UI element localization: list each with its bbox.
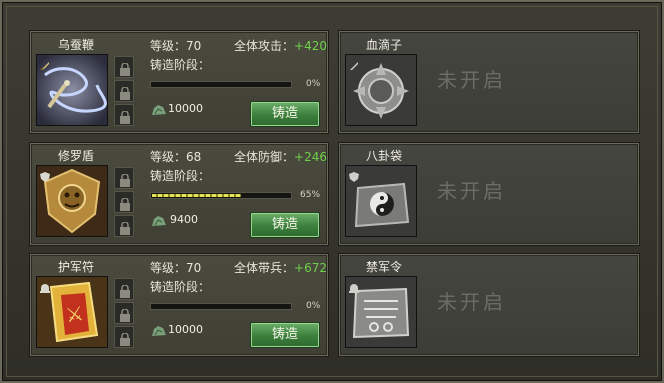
forge-button[interactable]: 铸造 [250, 212, 320, 238]
gem-slot-locked-1[interactable] [114, 167, 134, 189]
lock-icon [120, 110, 130, 124]
forge-progress-text: 65% [300, 190, 321, 200]
item-name: 血滴子 [365, 38, 402, 52]
lock-icon [120, 308, 130, 322]
not-opened-label: 未开启 [437, 179, 506, 203]
gem-slot-locked-3[interactable] [114, 104, 134, 126]
forge-stage-label: 铸造阶段： [150, 58, 211, 72]
lock-icon [120, 197, 130, 211]
forge-stage-label: 铸造阶段： [150, 169, 211, 183]
ore-icon [151, 101, 167, 115]
not-opened-label: 未开启 [437, 68, 506, 92]
gem-slot-locked-1[interactable] [114, 278, 134, 300]
item-attribute: 全体防御：+246 [234, 150, 327, 164]
lock-icon [120, 332, 130, 346]
ore-icon [151, 322, 167, 336]
item-name: 八卦袋 [365, 149, 402, 163]
ore-icon [151, 212, 167, 226]
item-slot-shield[interactable] [36, 165, 108, 237]
lock-icon [120, 86, 130, 100]
lock-icon [120, 284, 130, 298]
forge-cost: 10000 [168, 102, 203, 115]
lock-icon [120, 173, 130, 187]
item-name: 禁军令 [365, 260, 402, 274]
forge-cost: 10000 [168, 323, 203, 336]
lock-icon [120, 221, 130, 235]
item-level: 等级：70 [150, 39, 202, 53]
item-slot-locked-2[interactable] [345, 165, 417, 237]
gem-slot-locked-2[interactable] [114, 80, 134, 102]
forge-button[interactable]: 铸造 [250, 101, 320, 127]
item-name: 乌蚕鞭 [57, 38, 94, 52]
item-level: 等级：68 [150, 150, 202, 164]
lock-icon [120, 62, 130, 76]
item-slot-whip[interactable] [36, 54, 108, 126]
forge-stage-label: 铸造阶段： [150, 280, 211, 294]
forge-button[interactable]: 铸造 [250, 322, 320, 348]
helmet-icon [348, 279, 360, 293]
gem-slot-locked-2[interactable] [114, 191, 134, 213]
gem-slot-locked-3[interactable] [114, 215, 134, 237]
gem-slot-locked-3[interactable] [114, 326, 134, 348]
shield-icon [39, 168, 51, 182]
item-slot-talisman[interactable]: ⚔ [36, 276, 108, 348]
gem-slot-locked-1[interactable] [114, 56, 134, 78]
item-name: 护军符 [57, 260, 94, 274]
forge-progress-text: 0% [306, 301, 321, 311]
item-attribute: 全体带兵：+672 [234, 261, 327, 275]
helmet-icon [39, 279, 51, 293]
forge-progress-bar [150, 81, 292, 88]
item-name: 修罗盾 [57, 149, 94, 163]
item-attribute: 全体攻击：+420 [234, 39, 327, 53]
forge-progress-bar [150, 192, 292, 199]
sword-icon [348, 57, 360, 70]
item-level: 等级：70 [150, 261, 202, 275]
item-slot-locked-3[interactable] [345, 276, 417, 348]
gem-slot-locked-2[interactable] [114, 302, 134, 324]
forge-progress-text: 0% [306, 79, 321, 89]
forge-cost: 9400 [170, 213, 198, 226]
sword-icon [39, 57, 51, 71]
item-slot-locked-1[interactable] [345, 54, 417, 126]
shield-icon [348, 168, 360, 182]
svg-text:⚔: ⚔ [64, 301, 85, 327]
not-opened-label: 未开启 [437, 290, 506, 314]
forge-progress-bar [150, 303, 292, 310]
